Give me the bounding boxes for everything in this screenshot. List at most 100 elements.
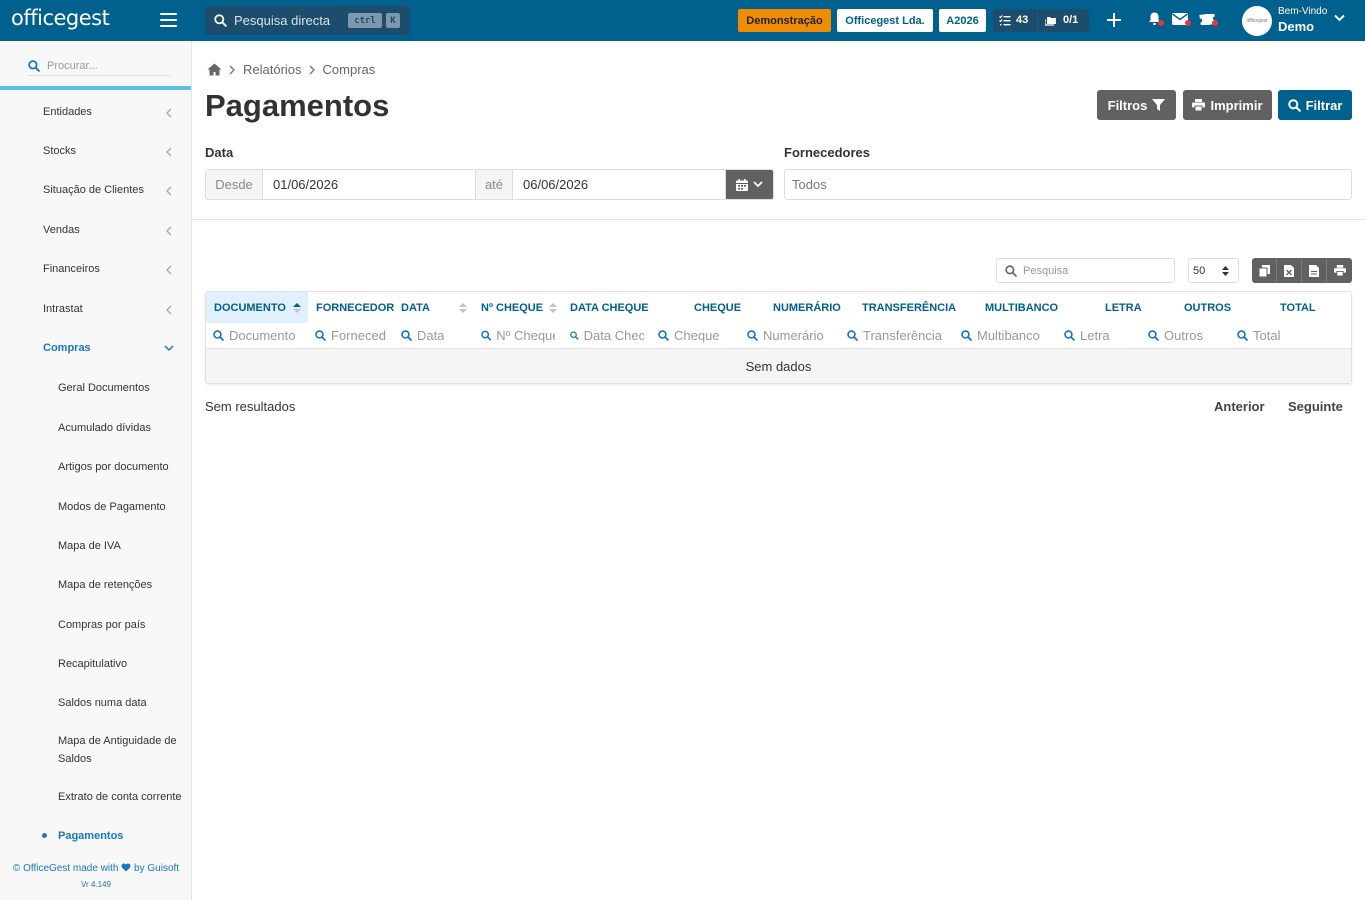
sidebar-item-label: Situação de Clientes [43,184,144,196]
column-header-letra[interactable]: LETRA [1105,292,1155,323]
column-filter-placeholder: Transferência [863,328,942,343]
active-bullet [42,833,47,838]
home-icon[interactable] [207,63,222,76]
notifications-button[interactable] [1148,12,1166,28]
sidebar-subitem-mapa-retencoes[interactable]: Mapa de retenções [58,576,190,594]
column-header-outros[interactable]: OUTROS [1184,292,1244,323]
sidebar-item-intrastat[interactable]: Intrastat [43,303,83,315]
column-header-total[interactable]: TOTAL [1280,292,1330,323]
column-header-data[interactable]: DATA [401,292,471,323]
suppliers-select[interactable]: Todos [784,169,1352,200]
column-filter-placeholder: Forneced [331,328,386,343]
sidebar-item-compras[interactable]: Compras [43,342,91,354]
column-header-transferencia[interactable]: TRANSFERÊNCIA [862,292,962,323]
column-filter-letra[interactable]: Letra [1064,323,1144,348]
demo-badge[interactable]: Demonstração [738,9,831,32]
table-search-placeholder: Pesquisa [1023,264,1069,277]
to-date-input[interactable]: 06/06/2026 [513,170,726,199]
sidebar-item-entidades[interactable]: Entidades [43,106,92,118]
column-filter-data-cheque[interactable]: Data Cheque [570,323,644,348]
avatar[interactable]: officegest [1242,6,1272,36]
column-filter-total[interactable]: Total [1237,323,1327,348]
copy-icon [1258,264,1270,277]
sidebar-subitem-recapitulativo[interactable]: Recapitulativo [58,655,190,673]
pdf-export-button[interactable] [1302,258,1327,283]
filters-button[interactable]: Filtros [1097,90,1176,120]
sidebar-subitem-geral-documentos[interactable]: Geral Documentos [58,379,190,397]
column-header-documento[interactable]: DOCUMENTO [206,292,308,323]
search-icon [213,330,224,341]
sidebar-subitem-pagamentos[interactable]: Pagamentos [58,827,190,845]
menu-toggle-icon[interactable] [160,13,177,27]
user-menu[interactable]: Bem-Vindo Demo [1278,7,1327,34]
app-logo[interactable]: officegest [11,6,110,30]
copy-button[interactable] [1252,258,1277,283]
column-filter-numerario[interactable]: Numerário [747,323,839,348]
sidebar-subitem-compras-pais[interactable]: Compras por país [58,616,190,634]
column-header-n-cheque[interactable]: Nº CHEQUE [481,292,561,323]
column-filter-placeholder: Total [1253,328,1281,343]
docs-counter[interactable]: 0/1 [1045,14,1078,26]
tickets-button[interactable] [1199,12,1221,28]
column-header-numerario[interactable]: NUMERÁRIO [773,292,853,323]
column-filter-data[interactable]: Data [401,323,471,348]
sidebar-subitem-modos-pagamento[interactable]: Modos de Pagamento [58,498,190,516]
column-filter-transferencia[interactable]: Transferência [847,323,955,348]
sidebar-item-stocks[interactable]: Stocks [43,145,76,157]
from-addon: Desde [206,170,263,199]
chevron-down-icon[interactable] [1334,14,1345,22]
next-page-button[interactable]: Seguinte [1288,399,1343,414]
sort-icon [549,303,557,313]
add-icon[interactable] [1107,13,1121,27]
chevron-left-icon [166,265,172,275]
previous-page-button[interactable]: Anterior [1214,399,1265,414]
column-header-label: OUTROS [1184,301,1232,314]
year-badge[interactable]: A2026 [939,9,986,32]
column-header-data-cheque[interactable]: DATA CHEQUE [570,292,654,323]
column-filter-n-cheque[interactable]: Nº Cheque [481,323,555,348]
sidebar-search[interactable]: Procurar... [28,56,170,76]
sidebar-subitem-extrato-conta[interactable]: Extrato de conta corrente [58,788,190,806]
search-icon [481,330,492,341]
table-search-input[interactable]: Pesquisa [996,258,1175,283]
top-bar: officegest Pesquisa directa ctrl K Demon… [0,0,1365,41]
page-size-select[interactable]: 50 [1188,258,1239,283]
messages-button[interactable] [1172,13,1192,28]
print-button[interactable]: Imprimir [1183,90,1272,120]
filter-button[interactable]: Filtrar [1278,90,1352,120]
company-badge[interactable]: Officegest Lda. [837,9,933,32]
column-filter-multibanco[interactable]: Multibanco [961,323,1061,348]
column-filter-documento[interactable]: Documento [213,323,308,348]
sidebar-item-situacao-clientes[interactable]: Situação de Clientes [43,184,144,196]
excel-file-icon [1284,264,1294,277]
from-date-input[interactable]: 01/06/2026 [263,170,476,199]
footer-suffix[interactable]: by Guisoft [134,863,179,874]
quick-search-label: Pesquisa directa [234,13,331,28]
column-header-cheque[interactable]: CHEQUE [694,292,754,323]
breadcrumb-compras[interactable]: Compras [323,62,376,77]
column-filter-outros[interactable]: Outros [1148,323,1228,348]
sidebar-subitem-mapa-antiguidade[interactable]: Mapa de Antiguidade de Saldos [58,732,190,768]
breadcrumb-relatorios[interactable]: Relatórios [243,62,302,77]
sidebar-item-vendas[interactable]: Vendas [43,224,80,236]
column-header-fornecedor[interactable]: FORNECEDOR [316,292,400,323]
sidebar-subitem-artigos-documento[interactable]: Artigos por documento [58,458,190,476]
column-header-multibanco[interactable]: MULTIBANCO [985,292,1065,323]
quick-search[interactable]: Pesquisa directa ctrl K [205,6,410,35]
app-version: Vr 4.149 [81,880,111,889]
printer-icon [1192,99,1206,111]
search-icon [315,330,326,341]
sidebar-subitem-mapa-iva[interactable]: Mapa de IVA [58,537,190,555]
sidebar-item-financeiros[interactable]: Financeiros [43,263,100,275]
sidebar-subitem-saldos-data[interactable]: Saldos numa data [58,694,190,712]
sort-arrows-icon [1222,266,1229,276]
sidebar-subitem-acumulado-dividas[interactable]: Acumulado dívidas [58,419,190,437]
search-icon [847,330,858,341]
print-table-button[interactable] [1327,258,1352,283]
column-filter-fornecedor[interactable]: Forneced [315,323,395,348]
tasks-counter[interactable]: 43 [999,14,1028,26]
calendar-dropdown-button[interactable] [726,170,773,199]
excel-export-button[interactable] [1277,258,1302,283]
column-filter-cheque[interactable]: Cheque [658,323,740,348]
to-addon: até [476,170,513,199]
